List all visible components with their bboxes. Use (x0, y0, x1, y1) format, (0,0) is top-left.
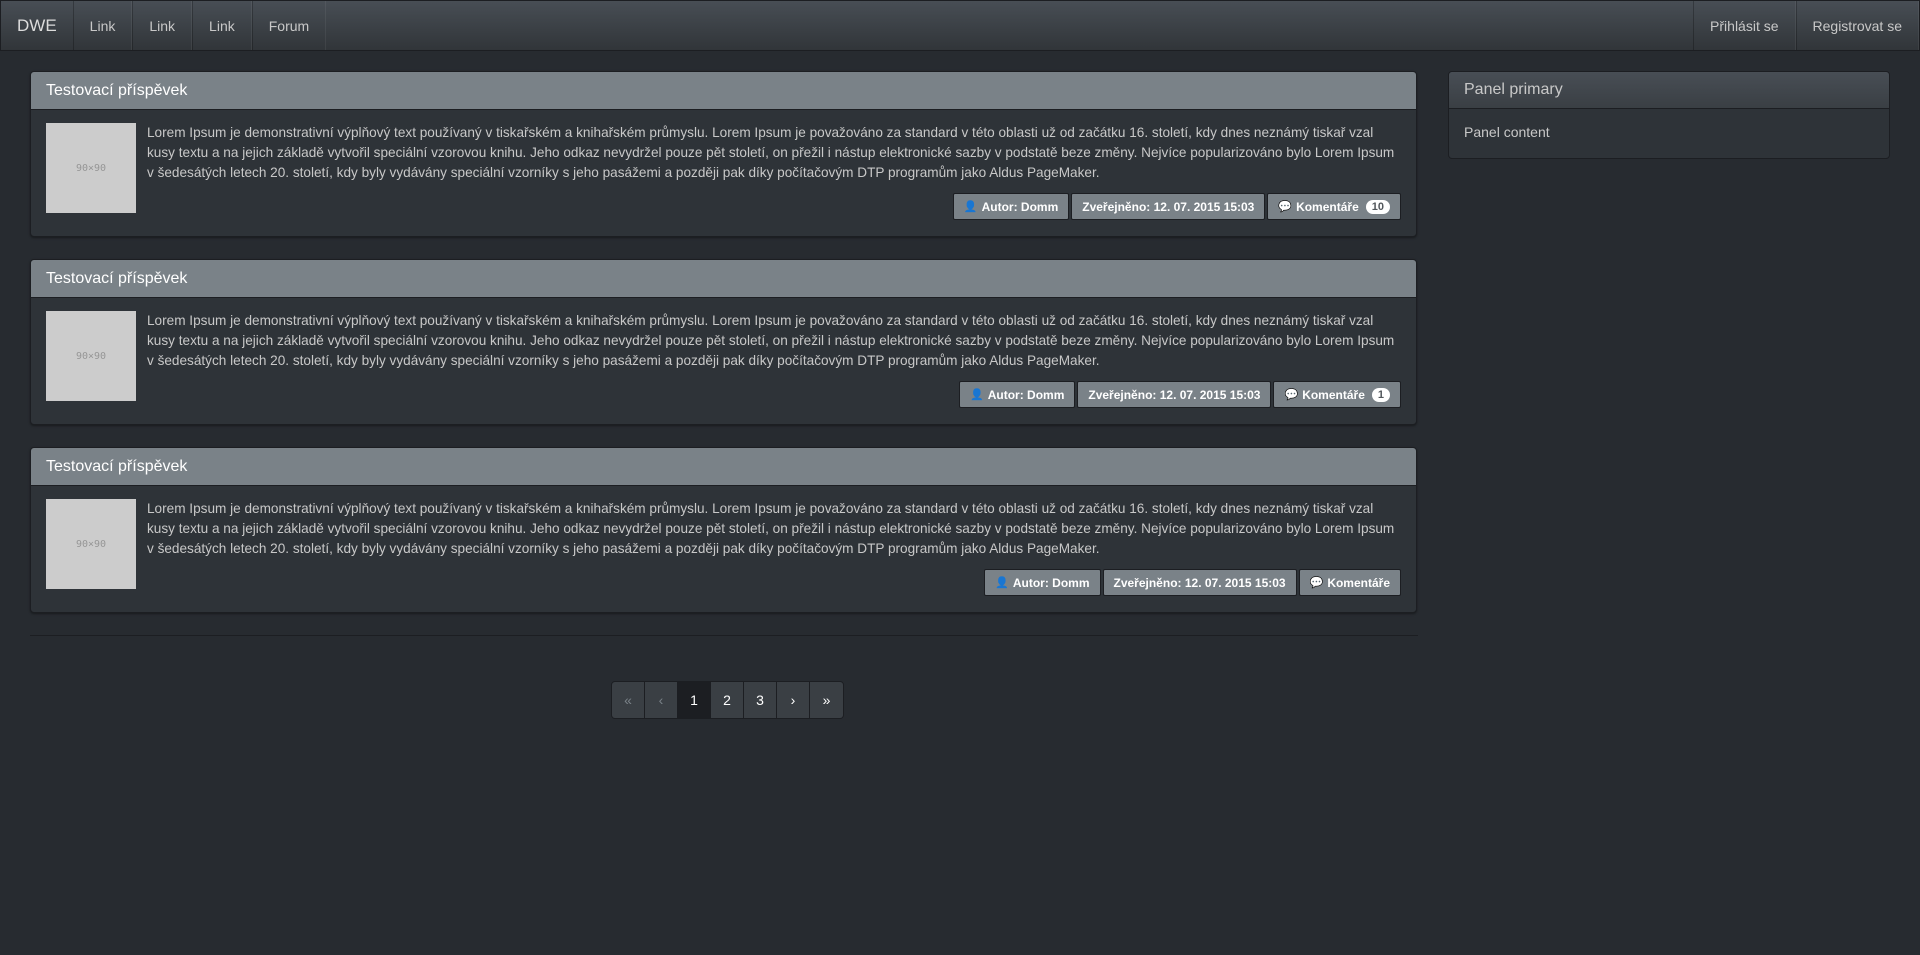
comments-icon: 💬 (1278, 201, 1293, 213)
page-1[interactable]: 1 (678, 682, 711, 718)
post-title[interactable]: Testovací příspěvek (31, 448, 1416, 486)
post-content: Lorem Ipsum je demonstrativní výplňový t… (147, 123, 1401, 220)
post-text: Lorem Ipsum je demonstrativní výplňový t… (147, 125, 1395, 180)
published-label: Zveřejněno: 12. 07. 2015 15:03 (1082, 199, 1255, 214)
user-icon: 👤 (995, 577, 1009, 589)
post-thumbnail: 90×90 (46, 311, 136, 401)
page-first[interactable]: « (612, 682, 645, 718)
post-card: Testovací příspěvek 90×90 Lorem Ipsum je… (30, 259, 1417, 425)
post-thumbnail: 90×90 (46, 499, 136, 589)
author-label: Autor: Domm (981, 199, 1059, 214)
nav-link-forum[interactable]: Forum (251, 1, 327, 50)
post-text: Lorem Ipsum je demonstrativní výplňový t… (147, 501, 1395, 556)
page-last[interactable]: » (810, 682, 843, 718)
panel-title: Panel primary (1449, 72, 1889, 109)
register-link[interactable]: Registrovat se (1795, 1, 1919, 50)
sidebar-panel: Panel primary Panel content (1448, 71, 1890, 159)
page-3[interactable]: 3 (744, 682, 777, 718)
post-meta: 👤 Autor: Domm Zveřejněno: 12. 07. 2015 1… (147, 193, 1401, 220)
panel-content: Panel content (1464, 124, 1550, 140)
brand-link[interactable]: DWE (1, 1, 73, 50)
post-content: Lorem Ipsum je demonstrativní výplňový t… (147, 499, 1401, 596)
page-2[interactable]: 2 (711, 682, 744, 718)
nav-left: Link Link Link Forum (72, 1, 327, 50)
login-link[interactable]: Přihlásit se (1693, 1, 1796, 50)
nav-link-3[interactable]: Link (192, 1, 252, 50)
comments-count-badge: 10 (1365, 199, 1390, 214)
comments-count-badge: 1 (1371, 387, 1390, 402)
post-title[interactable]: Testovací příspěvek (31, 72, 1416, 110)
published-button[interactable]: Zveřejněno: 12. 07. 2015 15:03 (1102, 569, 1297, 596)
user-icon: 👤 (970, 389, 984, 401)
user-icon: 👤 (963, 201, 978, 213)
comments-button[interactable]: 💬 Komentáře 1 (1273, 381, 1401, 408)
post-body: 90×90 Lorem Ipsum je demonstrativní výpl… (31, 486, 1416, 612)
posts-column: Testovací příspěvek 90×90 Lorem Ipsum je… (30, 71, 1418, 636)
post-card: Testovací příspěvek 90×90 Lorem Ipsum je… (30, 71, 1417, 237)
post-card: Testovací příspěvek 90×90 Lorem Ipsum je… (30, 447, 1417, 613)
post-text: Lorem Ipsum je demonstrativní výplňový t… (147, 313, 1395, 368)
page-prev[interactable]: ‹ (645, 682, 678, 718)
post-body: 90×90 Lorem Ipsum je demonstrativní výpl… (31, 298, 1416, 424)
author-label: Autor: Domm (1012, 575, 1090, 590)
comments-label: Komentáře (1296, 199, 1359, 214)
published-label: Zveřejněno: 12. 07. 2015 15:03 (1113, 575, 1286, 590)
nav-right: Přihlásit se Registrovat se (1693, 1, 1919, 50)
content-divider (30, 635, 1418, 636)
author-button[interactable]: 👤 Autor: Domm (952, 193, 1070, 220)
post-title[interactable]: Testovací příspěvek (31, 260, 1416, 298)
comments-icon: 💬 (1284, 389, 1299, 401)
post-thumbnail: 90×90 (46, 123, 136, 213)
post-content: Lorem Ipsum je demonstrativní výplňový t… (147, 311, 1401, 408)
page-next[interactable]: › (777, 682, 810, 718)
comments-label: Komentáře (1302, 387, 1365, 402)
published-button[interactable]: Zveřejněno: 12. 07. 2015 15:03 (1071, 193, 1266, 220)
pagination: « ‹ 1 2 3 › » (611, 681, 844, 719)
published-label: Zveřejněno: 12. 07. 2015 15:03 (1088, 387, 1261, 402)
nav-link-1[interactable]: Link (72, 1, 133, 50)
comments-icon: 💬 (1309, 577, 1324, 589)
comments-button[interactable]: 💬 Komentáře (1298, 569, 1401, 596)
navbar: DWE Link Link Link Forum Přihlásit se Re… (0, 0, 1920, 51)
post-meta: 👤 Autor: Domm Zveřejněno: 12. 07. 2015 1… (147, 381, 1401, 408)
author-button[interactable]: 👤 Autor: Domm (984, 569, 1101, 596)
published-button[interactable]: Zveřejněno: 12. 07. 2015 15:03 (1077, 381, 1272, 408)
comments-button[interactable]: 💬 Komentáře 10 (1267, 193, 1401, 220)
post-body: 90×90 Lorem Ipsum je demonstrativní výpl… (31, 110, 1416, 236)
author-button[interactable]: 👤 Autor: Domm (959, 381, 1076, 408)
author-label: Autor: Domm (987, 387, 1065, 402)
post-meta: 👤 Autor: Domm Zveřejněno: 12. 07. 2015 1… (147, 569, 1401, 596)
nav-link-2[interactable]: Link (132, 1, 193, 50)
comments-label: Komentáře (1327, 575, 1390, 590)
